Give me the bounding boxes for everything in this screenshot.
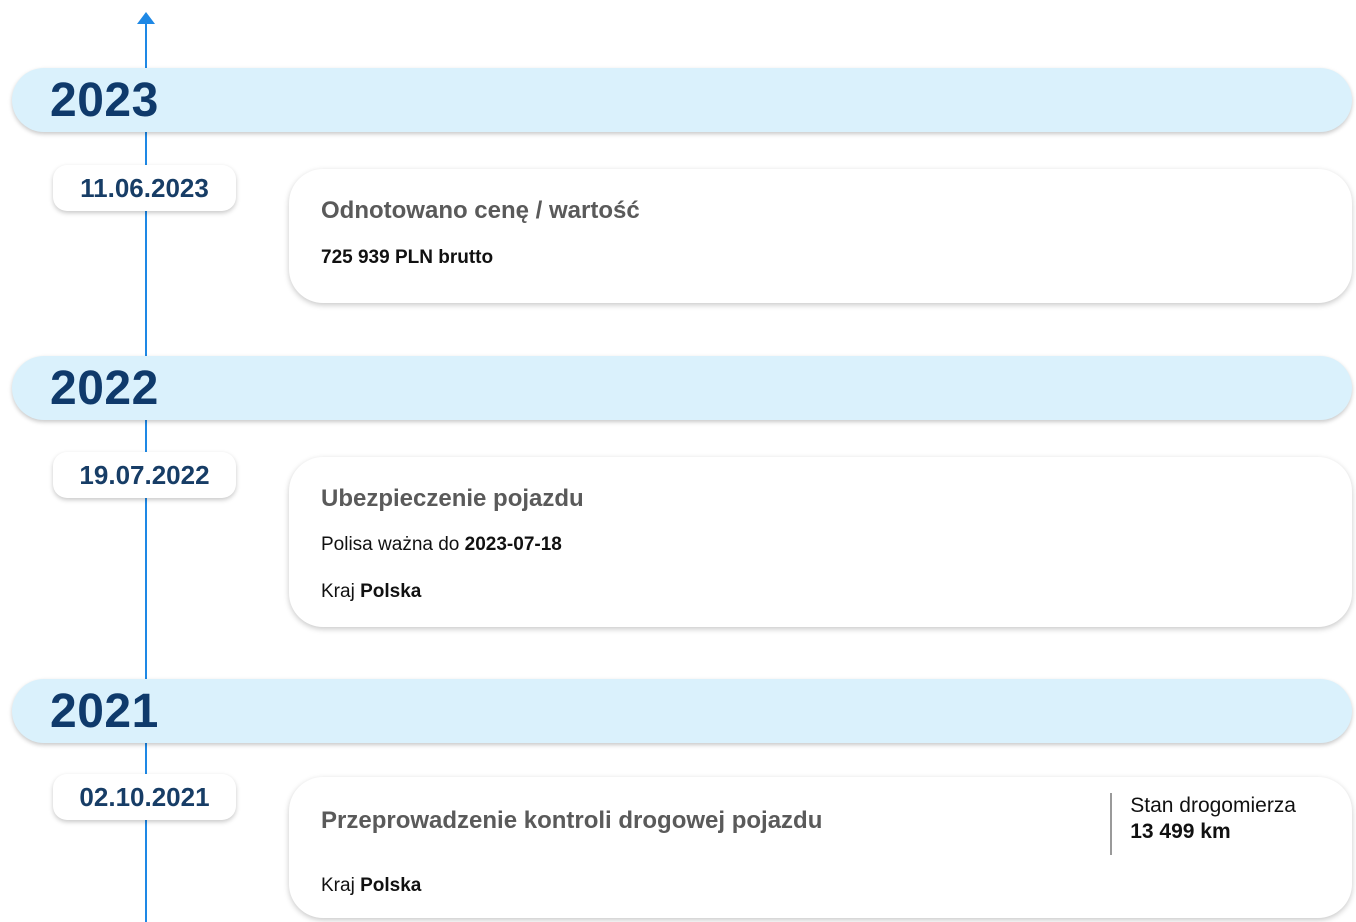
event-title: Ubezpieczenie pojazdu: [321, 485, 584, 512]
country-label: Kraj: [321, 875, 355, 896]
event-date: 11.06.2023: [80, 172, 209, 203]
event-card-road-inspection[interactable]: Przeprowadzenie kontroli drogowej pojazd…: [289, 777, 1352, 918]
event-date: 19.07.2022: [79, 459, 210, 490]
country-row: Kraj Polska: [321, 581, 421, 603]
year-header-2022: 2022: [12, 356, 1352, 420]
event-card-price[interactable]: Odnotowano cenę / wartość 725 939 PLN br…: [289, 169, 1352, 303]
year-label: 2021: [50, 684, 159, 738]
event-date-badge: 11.06.2023: [53, 165, 236, 211]
odometer-reading: Stan drogomierza 13 499 km: [1110, 793, 1296, 855]
event-card-insurance[interactable]: Ubezpieczenie pojazdu Polisa ważna do 20…: [289, 457, 1352, 627]
country-row: Kraj Polska: [321, 875, 421, 897]
year-header-2021: 2021: [12, 679, 1352, 743]
event-date-badge: 02.10.2021: [53, 774, 236, 820]
event-date: 02.10.2021: [79, 781, 210, 812]
event-title: Przeprowadzenie kontroli drogowej pojazd…: [321, 807, 823, 834]
country-value: Polska: [360, 581, 422, 602]
arrow-up-icon: [137, 12, 155, 24]
policy-date: 2023-07-18: [464, 534, 562, 555]
policy-valid-until: Polisa ważna do 2023-07-18: [321, 534, 562, 556]
odometer-value: 13 499 km: [1130, 820, 1231, 843]
price-value: 725 939 PLN brutto: [321, 247, 494, 268]
event-title: Odnotowano cenę / wartość: [321, 197, 640, 224]
policy-label: Polisa ważna do: [321, 534, 460, 555]
country-label: Kraj: [321, 581, 355, 602]
year-label: 2022: [50, 361, 159, 415]
event-date-badge: 19.07.2022: [53, 452, 236, 498]
country-value: Polska: [360, 875, 422, 896]
year-header-2023: 2023: [12, 68, 1352, 132]
odometer-label: Stan drogomierza: [1130, 794, 1296, 817]
year-label: 2023: [50, 73, 159, 127]
